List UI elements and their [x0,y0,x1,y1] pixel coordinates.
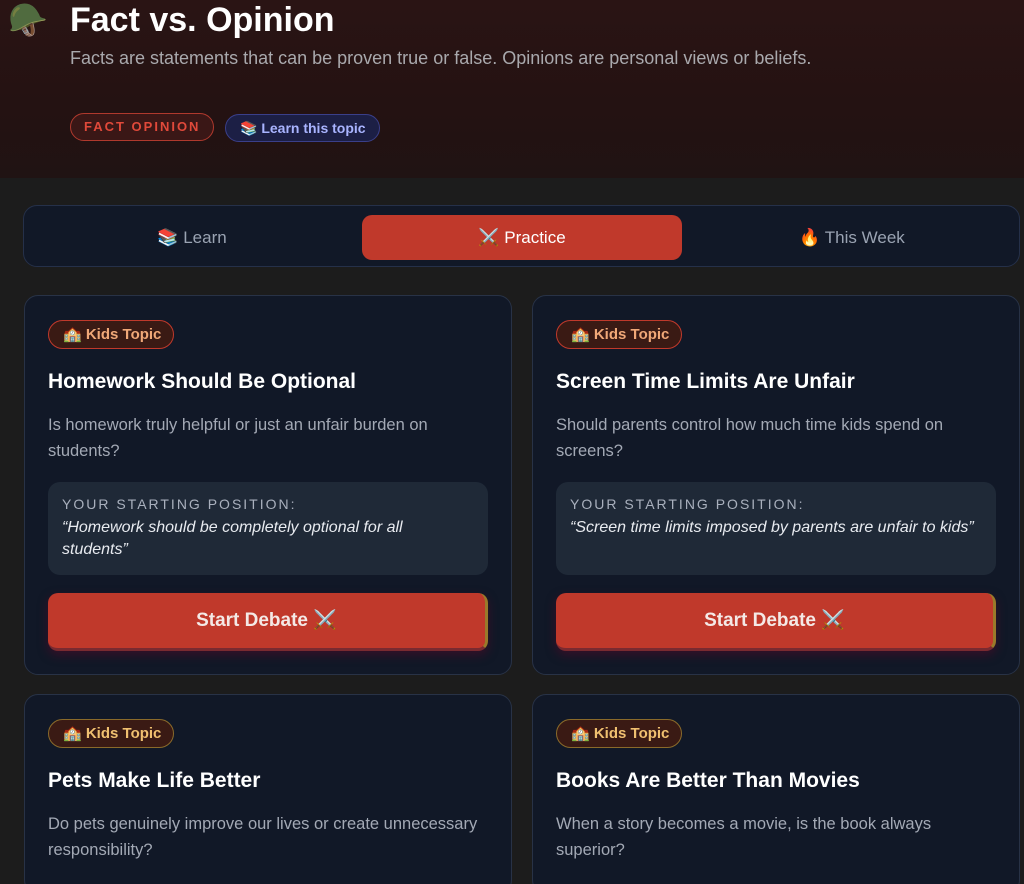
page-subtitle: Facts are statements that can be proven … [70,48,812,68]
topic-description: Do pets genuinely improve our lives or c… [48,815,478,859]
kids-topic-badge: 🏫 Kids Topic [556,320,683,349]
topic-description: Is homework truly helpful or just an unf… [48,416,428,460]
topic-title: Homework Should Be Optional [48,370,357,393]
starting-position-box: YOUR STARTING POSITION: “Homework should… [48,482,488,575]
topic-header: 🪖 Fact vs. Opinion Facts are statements … [0,0,1024,178]
topic-card: 🏫 Kids Topic Homework Should Be Optional… [24,295,512,675]
start-debate-button[interactable]: Start Debate ⚔️ [48,593,488,651]
topic-card: 🏫 Kids Topic Pets Make Life Better Do pe… [24,694,512,884]
tab-practice[interactable]: ⚔️ Practice [362,215,682,260]
starting-position-label: YOUR STARTING POSITION: [62,496,297,512]
topic-card: 🏫 Kids Topic Screen Time Limits Are Unfa… [532,295,1020,675]
tab-this-week[interactable]: 🔥 This Week [692,215,1012,260]
topic-description: When a story becomes a movie, is the boo… [556,815,932,859]
kids-topic-badge: 🏫 Kids Topic [48,719,175,748]
starting-position-label: YOUR STARTING POSITION: [570,496,805,512]
topic-tag: FACT OPINION [70,113,215,141]
tab-learn[interactable]: 📚 Learn [32,215,352,260]
topic-title: Pets Make Life Better [48,769,261,792]
topic-card: 🏫 Kids Topic Books Are Better Than Movie… [532,694,1020,884]
kids-topic-badge: 🏫 Kids Topic [48,320,175,349]
kids-topic-badge: 🏫 Kids Topic [556,719,683,748]
starting-position-text: “Screen time limits imposed by parents a… [570,519,974,536]
starting-position-box: YOUR STARTING POSITION: “Screen time lim… [556,482,996,575]
mode-tabs: 📚 Learn ⚔️ Practice 🔥 This Week [23,205,1020,267]
learn-topic-link[interactable]: 📚 Learn this topic [225,114,380,142]
start-debate-button[interactable]: Start Debate ⚔️ [556,593,996,651]
topic-title: Books Are Better Than Movies [556,769,860,792]
topic-description: Should parents control how much time kid… [556,416,944,460]
page-title: Fact vs. Opinion [70,1,335,39]
starting-position-text: “Homework should be completely optional … [62,519,403,558]
helmet-icon: 🪖 [8,2,48,38]
topic-title: Screen Time Limits Are Unfair [556,370,855,393]
